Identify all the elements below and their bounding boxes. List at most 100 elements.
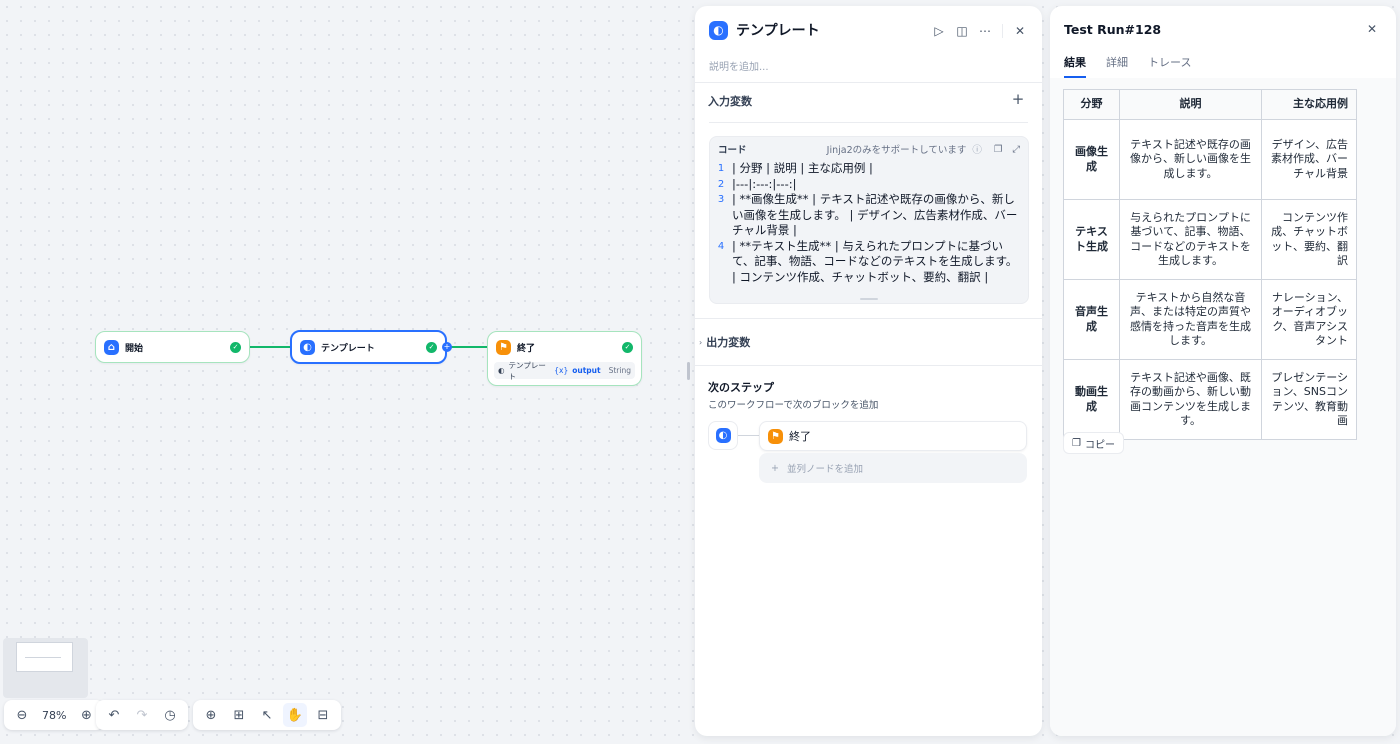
template-icon: ◐ xyxy=(300,339,315,355)
code-content[interactable]: 1 | 分野 | 説明 | 主な応用例 | 2 |---|:---:|---:| 3 | … xyxy=(710,161,1028,285)
copy-icon[interactable]: ❐ xyxy=(994,144,1003,155)
line-number: 3 xyxy=(717,194,725,205)
table-cell: 動画生成 xyxy=(1063,359,1120,440)
table-cell: テキスト記述や既存の画像から、新しい画像を生成します。 xyxy=(1119,119,1262,200)
line-number: 2 xyxy=(717,178,725,190)
history-icon[interactable]: ◷ xyxy=(158,703,182,727)
line-text: | 分野 | 説明 | 主な応用例 | xyxy=(732,161,873,175)
node-end[interactable]: ⚑ 終了 ✓ ◐ テンプレート {x} output String xyxy=(487,331,642,386)
result-table-wrap: 分野 説明 主な応用例 画像生成 テキスト記述や既存の画像から、新しい画像を生成し… xyxy=(1063,89,1357,440)
node-start[interactable]: ⌂ 開始 ✓ xyxy=(95,331,250,363)
input-vars-label: 入力変数 xyxy=(708,95,752,108)
code-resize-handle[interactable] xyxy=(860,298,878,300)
node-start-label: 開始 xyxy=(125,343,144,354)
zoom-controls: ⊖ 78% ⊕ xyxy=(4,700,105,730)
success-check-icon: ✓ xyxy=(230,341,241,353)
next-step-title: 次のステップ xyxy=(708,381,774,394)
table-header-row: 分野 説明 主な応用例 xyxy=(1063,89,1357,120)
success-check-icon: ✓ xyxy=(622,341,633,353)
table-header: 説明 xyxy=(1119,89,1262,120)
table-cell: テキスト生成 xyxy=(1063,199,1120,280)
table-cell: 画像生成 xyxy=(1063,119,1120,200)
line-text: |---|:---:|---:| xyxy=(732,176,797,191)
hand-icon[interactable]: ✋ xyxy=(283,703,307,727)
plus-icon: + xyxy=(771,462,779,474)
add-block-icon[interactable]: ⊕ xyxy=(199,703,223,727)
help-icon[interactable]: ⓘ xyxy=(972,142,982,156)
canvas-tools: ⊕ ⊞ ↖ ✋ ⊟ xyxy=(193,700,341,730)
table-cell: ナレーション、オーディオブック、音声アシスタント xyxy=(1261,279,1357,360)
panel-title[interactable]: テンプレート xyxy=(736,20,820,40)
code-line[interactable]: 4 | **テキスト生成** | 与えられたプロンプトに基づいて、記事、物語、コー… xyxy=(710,239,1028,286)
code-line[interactable]: 1 | 分野 | 説明 | 主な応用例 | xyxy=(710,161,1028,177)
run-tabs: 結果 詳細 トレース xyxy=(1064,54,1191,78)
minimap[interactable] xyxy=(3,638,88,698)
undo-icon[interactable]: ↶ xyxy=(102,703,126,727)
table-cell: コンテンツ作成、チャットボット、要約、翻訳 xyxy=(1261,199,1357,280)
node-template[interactable]: ◐ テンプレート ✓ xyxy=(290,330,447,364)
template-icon: ◐ xyxy=(498,366,505,375)
copy-button[interactable]: ❐ コピー xyxy=(1063,432,1124,454)
code-editor[interactable]: コード Jinja2のみをサポートしています ⓘ ❐ ⤢ 1 | 分野 | 説明 … xyxy=(709,136,1029,304)
zoom-in-icon[interactable]: ⊕ xyxy=(74,703,98,727)
next-node-end[interactable]: ⚑ 終了 xyxy=(759,421,1027,451)
next-step-subtitle: このワークフローで次のブロックを追加 xyxy=(708,400,879,411)
node-template-label: テンプレート xyxy=(321,343,375,354)
table-row: 画像生成 テキスト記述や既存の画像から、新しい画像を生成します。 デザイン、広告素材… xyxy=(1063,119,1357,200)
line-text: | **画像生成** | テキスト記述や既存の画像から、新しい画像を生成します。… xyxy=(732,192,1018,237)
home-icon: ⌂ xyxy=(104,339,119,355)
add-input-var-icon[interactable]: + xyxy=(1008,89,1028,109)
test-run-panel: Test Run#128 ✕ 結果 詳細 トレース 分野 説明 主な応用例 画像生成… xyxy=(1050,6,1396,736)
code-line[interactable]: 2 |---|:---:|---:| xyxy=(710,177,1028,193)
line-number: 1 xyxy=(717,163,725,174)
current-node-box: ◐ xyxy=(708,421,738,450)
table-row: 音声生成 テキストから自然な音声、または特定の声質や感情を持った音声を生成します。… xyxy=(1063,279,1357,360)
redo-icon[interactable]: ↷ xyxy=(130,703,154,727)
table-cell: テキストから自然な音声、または特定の声質や感情を持った音声を生成します。 xyxy=(1119,279,1262,360)
edge-template-end xyxy=(447,346,488,348)
jinja-hint: Jinja2のみをサポートしています xyxy=(826,145,967,156)
template-icon: ◐ xyxy=(709,20,728,40)
code-label: コード xyxy=(718,145,747,156)
template-editor-panel: ◐ テンプレート ▷ ◫ ⋯ ✕ 説明を追加... 入力変数 + コード Jin… xyxy=(695,6,1042,736)
run-icon[interactable]: ▷ xyxy=(929,21,949,41)
organize-icon[interactable]: ⊟ xyxy=(311,703,335,727)
zoom-out-icon[interactable]: ⊖ xyxy=(10,703,34,727)
close-icon[interactable]: ✕ xyxy=(1010,21,1030,41)
add-node-handle-icon[interactable]: + xyxy=(442,342,452,352)
pointer-icon[interactable]: ↖ xyxy=(255,703,279,727)
line-number: 4 xyxy=(717,240,725,252)
history-controls: ↶ ↷ ◷ xyxy=(96,700,188,730)
template-icon: ◐ xyxy=(715,428,731,443)
table-row: テキスト生成 与えられたプロンプトに基づいて、記事、物語、コードなどのテキストを生… xyxy=(1063,199,1357,280)
minimap-viewport xyxy=(16,642,73,672)
run-title: Test Run#128 xyxy=(1064,22,1162,37)
split-view-icon[interactable]: ◫ xyxy=(952,21,972,41)
description-input[interactable]: 説明を追加... xyxy=(709,58,769,73)
add-note-icon[interactable]: ⊞ xyxy=(227,703,251,727)
line-text: | **テキスト生成** | 与えられたプロンプトに基づいて、記事、物語、コード… xyxy=(732,238,1018,284)
end-flag-icon: ⚑ xyxy=(496,339,511,355)
tab-1[interactable]: 詳細 xyxy=(1106,54,1128,78)
result-table: 分野 説明 主な応用例 画像生成 テキスト記述や既存の画像から、新しい画像を生成し… xyxy=(1063,89,1357,440)
code-line[interactable]: 3 | **画像生成** | テキスト記述や既存の画像から、新しい画像を生成します… xyxy=(710,192,1028,239)
table-cell: 与えられたプロンプトに基づいて、記事、物語、コードなどのテキストを生成します。 xyxy=(1119,199,1262,280)
tab-2[interactable]: トレース xyxy=(1148,54,1191,78)
table-cell: 音声生成 xyxy=(1063,279,1120,360)
table-header: 主な応用例 xyxy=(1261,89,1357,120)
add-parallel-node-button[interactable]: + 並列ノードを追加 xyxy=(759,453,1027,483)
expand-icon[interactable]: ⤢ xyxy=(1012,144,1020,155)
output-vars-label: 出力変数 xyxy=(706,336,751,349)
success-check-icon: ✓ xyxy=(426,341,437,353)
node-end-label: 終了 xyxy=(517,343,536,354)
table-cell: テキスト記述や画像、既存の動画から、新しい動画コンテンツを生成します。 xyxy=(1119,359,1262,440)
zoom-level[interactable]: 78% xyxy=(38,709,70,722)
output-vars-toggle[interactable]: › 出力変数 xyxy=(699,334,750,350)
tab-0[interactable]: 結果 xyxy=(1064,54,1086,78)
chevron-right-icon: › xyxy=(699,337,703,347)
table-header: 分野 xyxy=(1063,89,1120,120)
panel-resize-handle[interactable] xyxy=(687,362,690,380)
table-cell: プレゼンテーション、SNSコンテンツ、教育動画 xyxy=(1261,359,1357,440)
close-icon[interactable]: ✕ xyxy=(1362,19,1382,39)
more-icon[interactable]: ⋯ xyxy=(975,21,995,41)
